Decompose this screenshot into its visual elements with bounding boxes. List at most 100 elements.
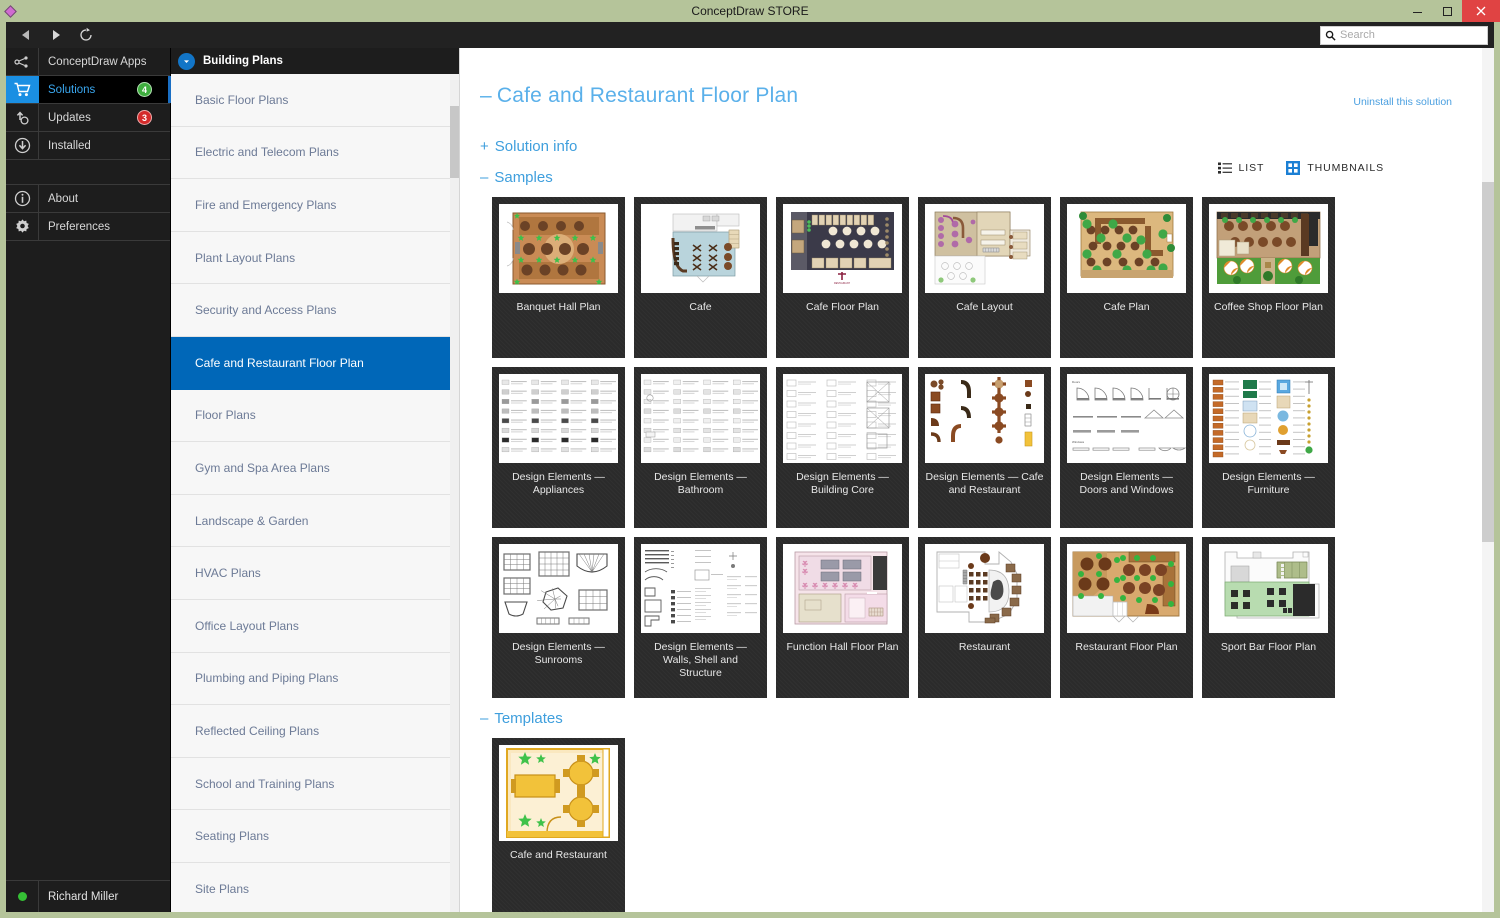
forward-arrow-icon[interactable] (46, 25, 66, 45)
section-collapse-sign[interactable]: – (480, 169, 488, 186)
sample-card[interactable]: Design Elements — Walls, Shell and Struc… (634, 537, 767, 698)
category-item[interactable]: Office Layout Plans (171, 599, 459, 653)
category-panel-header[interactable]: Building Plans (171, 48, 459, 74)
sidebar-item-about[interactable]: About (6, 185, 170, 213)
sample-card[interactable]: Restaurant Floor Plan (1060, 537, 1193, 698)
download-icon (6, 132, 39, 159)
sample-card[interactable]: Cafe (634, 197, 767, 358)
tpl-cafe-restaurant-thumbnail (499, 745, 618, 841)
category-item[interactable]: HVAC Plans (171, 547, 459, 600)
category-item[interactable]: Fire and Emergency Plans (171, 179, 459, 232)
category-scrollbar[interactable] (450, 74, 459, 912)
list-view-button[interactable]: LIST (1217, 162, 1265, 174)
page-title-collapse-sign[interactable]: – (480, 84, 492, 107)
category-item[interactable]: Site Plans (171, 862, 459, 912)
page-title: – Cafe and Restaurant Floor Plan (478, 84, 1464, 108)
sample-card[interactable]: Design Elements — Bathroom (634, 367, 767, 528)
sample-card[interactable]: Design Elements — Cafe and Restaurant (918, 367, 1051, 528)
app-body: ConceptDraw Apps Solutions 4 Updates 3 I… (6, 48, 1494, 912)
sample-card[interactable]: Coffee Shop Floor Plan (1202, 197, 1335, 358)
app-window: ConceptDraw STORE Search ConceptDraw App… (0, 0, 1500, 918)
content-scrollbar-thumb[interactable] (1482, 182, 1494, 542)
category-item[interactable]: Electric and Telecom Plans (171, 126, 459, 180)
main-sidebar: ConceptDraw Apps Solutions 4 Updates 3 I… (6, 48, 171, 912)
sample-card[interactable]: Design Elements — Furniture (1202, 367, 1335, 528)
sidebar-item-solutions[interactable]: Solutions 4 (6, 76, 171, 104)
thumbnails-view-button[interactable]: THUMBNAILS (1286, 161, 1384, 175)
section-expand-sign[interactable]: + (480, 138, 489, 155)
sample-card-label: Design Elements — Bathroom (654, 471, 747, 496)
user-name: Richard Miller (48, 890, 119, 903)
sample-card[interactable]: Restaurant (918, 537, 1051, 698)
scroll-down-arrow-icon[interactable] (1482, 900, 1494, 912)
section-collapse-sign[interactable]: – (480, 710, 488, 727)
sample-card[interactable]: Doors Windows Design Elements — Doors an… (1060, 367, 1193, 528)
category-item[interactable]: Cafe and Restaurant Floor Plan (171, 336, 459, 390)
svg-text:Doors: Doors (1072, 380, 1081, 384)
sample-card[interactable]: Sport Bar Floor Plan (1202, 537, 1335, 698)
sidebar-item-label: Preferences (48, 220, 111, 233)
sidebar-item-preferences[interactable]: Preferences (6, 213, 170, 241)
section-label: Samples (494, 169, 553, 186)
sample-card[interactable]: RESTAURANT Cafe Floor Plan (776, 197, 909, 358)
category-item[interactable]: Gym and Spa Area Plans (171, 442, 459, 495)
sample-card-label: Sport Bar Floor Plan (1220, 641, 1317, 653)
page-title-text: Cafe and Restaurant Floor Plan (496, 84, 799, 107)
category-item-label: Floor Plans (195, 408, 256, 423)
current-user[interactable]: Richard Miller (6, 880, 170, 912)
sample-card-label: Restaurant (958, 641, 1011, 653)
sample-card-label: Function Hall Floor Plan (786, 641, 899, 653)
sidebar-divider (6, 160, 170, 185)
uninstall-solution-link[interactable]: Uninstall this solution (1353, 96, 1452, 108)
sidebar-item-label: Installed (48, 139, 91, 152)
template-card[interactable]: Cafe and Restaurant (492, 738, 625, 912)
close-button[interactable] (1462, 0, 1500, 22)
refresh-icon[interactable] (76, 25, 96, 45)
category-item-label: Site Plans (195, 881, 250, 896)
section-label: Templates (494, 710, 563, 727)
sample-card-label: Coffee Shop Floor Plan (1214, 301, 1323, 313)
sample-card[interactable]: Cafe Plan (1060, 197, 1193, 358)
sample-card[interactable]: Design Elements — Building Core (776, 367, 909, 528)
category-item-label: School and Training Plans (195, 776, 335, 791)
sidebar-item-installed[interactable]: Installed (6, 132, 170, 160)
category-item[interactable]: School and Training Plans (171, 757, 459, 811)
category-item[interactable]: Seating Plans (171, 810, 459, 863)
search-box[interactable] (1320, 25, 1488, 45)
category-item[interactable]: Reflected Ceiling Plans (171, 705, 459, 758)
category-item[interactable]: Security and Access Plans (171, 284, 459, 337)
sample-card[interactable]: Design Elements — Sunrooms (492, 537, 625, 698)
de-sunrooms-thumbnail (499, 544, 618, 633)
sample-card[interactable]: Banquet Hall Plan (492, 197, 625, 358)
category-item-label: Reflected Ceiling Plans (195, 723, 320, 738)
maximize-button[interactable] (1432, 0, 1462, 22)
sample-card[interactable]: Design Elements — Appliances (492, 367, 625, 528)
category-item-label: HVAC Plans (195, 566, 261, 581)
sample-card-label: Design Elements — Cafe and Restaurant (925, 471, 1044, 496)
category-scrollbar-thumb[interactable] (450, 106, 459, 178)
sidebar-item-label: ConceptDraw Apps (48, 55, 147, 68)
section-solution-info[interactable]: + Solution info (480, 138, 1464, 155)
scroll-up-arrow-icon[interactable] (1482, 48, 1494, 60)
category-item[interactable]: Floor Plans (171, 389, 459, 443)
category-list: Basic Floor Plans Electric and Telecom Pl… (171, 74, 459, 912)
category-item[interactable]: Plant Layout Plans (171, 231, 459, 285)
category-item-label: Electric and Telecom Plans (195, 145, 339, 160)
category-item[interactable]: Plumbing and Piping Plans (171, 652, 459, 706)
sample-card[interactable]: Cafe Layout (918, 197, 1051, 358)
content-scrollbar[interactable] (1482, 48, 1494, 912)
sample-card-label: Restaurant Floor Plan (1075, 641, 1178, 653)
sidebar-item-conceptdraw-apps[interactable]: ConceptDraw Apps (6, 48, 170, 76)
coffee-shop-thumbnail (1209, 204, 1328, 293)
section-templates[interactable]: – Templates (480, 710, 1464, 727)
back-arrow-icon[interactable] (16, 25, 36, 45)
app-logo-icon (0, 0, 20, 22)
window-title: ConceptDraw STORE (691, 4, 809, 18)
sidebar-item-updates[interactable]: Updates 3 (6, 104, 170, 132)
category-item[interactable]: Landscape & Garden (171, 494, 459, 548)
de-cafe-thumbnail (925, 374, 1044, 463)
minimize-button[interactable] (1402, 0, 1432, 22)
search-input[interactable] (1340, 29, 1483, 41)
category-item[interactable]: Basic Floor Plans (171, 74, 459, 127)
sample-card[interactable]: Function Hall Floor Plan (776, 537, 909, 698)
